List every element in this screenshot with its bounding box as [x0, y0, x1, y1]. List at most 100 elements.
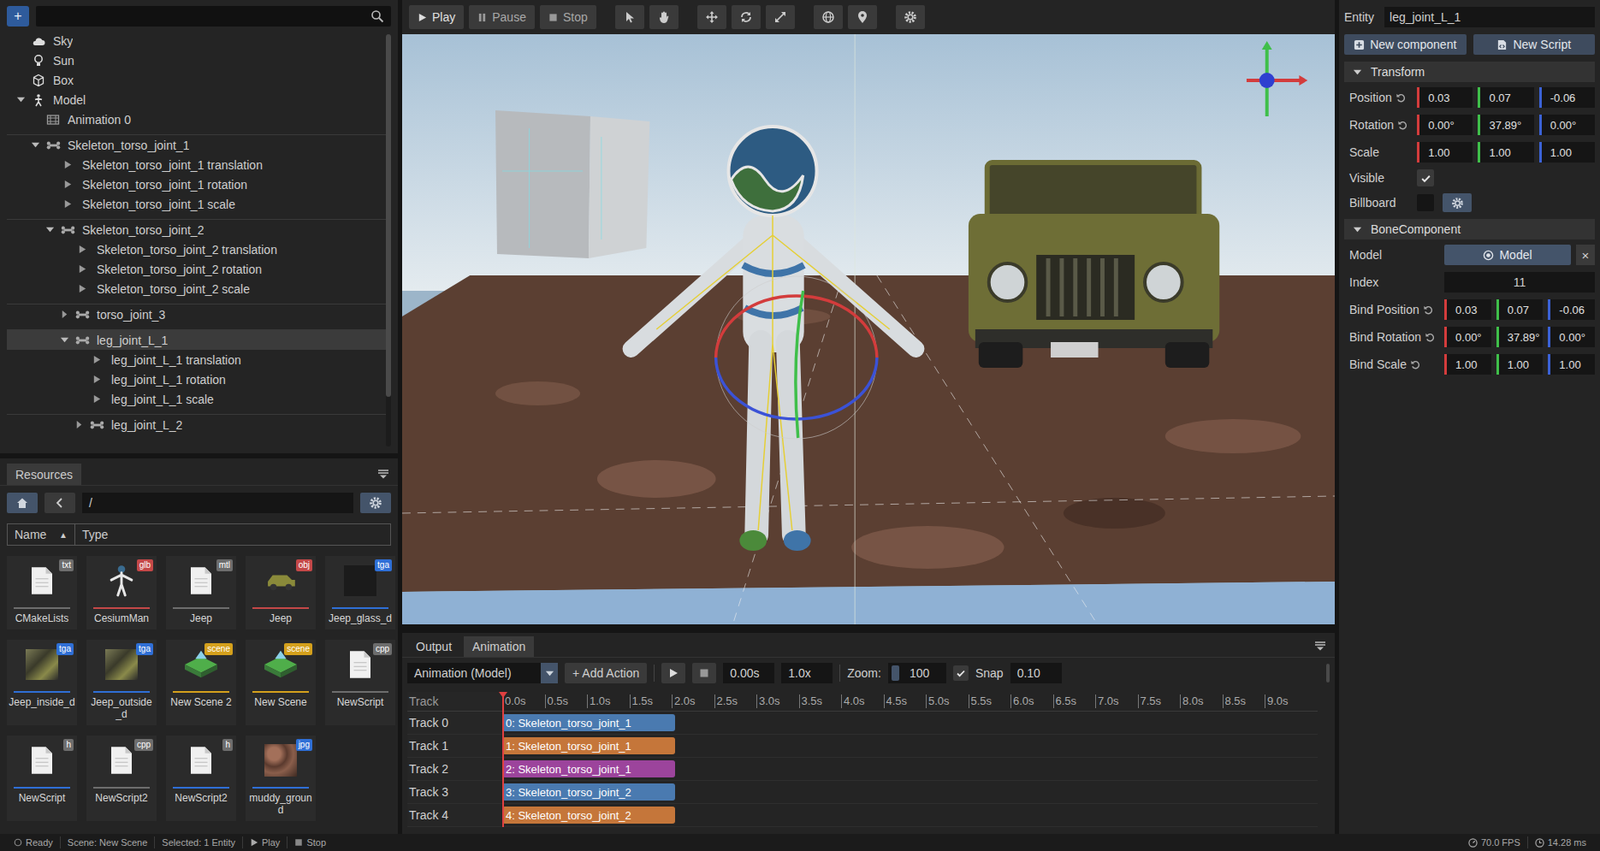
hierarchy-item[interactable]: Skeleton_torso_joint_2 scale [6, 278, 386, 299]
reset-icon[interactable] [1422, 304, 1435, 316]
axis-gizmo[interactable] [1246, 41, 1308, 117]
resource-tile[interactable]: hNewScript2 [165, 735, 237, 822]
expand-toggle[interactable] [42, 223, 57, 238]
expand-toggle[interactable] [71, 392, 86, 407]
home-button[interactable] [6, 492, 38, 514]
track-lane[interactable]: 2: Skeleton_torso_joint_1 [502, 758, 1318, 781]
back-button[interactable] [44, 492, 76, 514]
snap-field[interactable]: 0.10 [1010, 663, 1062, 684]
add-action-button[interactable]: + Add Action [564, 663, 647, 684]
animation-clip[interactable]: 4: Skeleton_torso_joint_2 [502, 806, 676, 824]
hierarchy-item[interactable]: Animation 0 [6, 109, 386, 130]
number-field[interactable]: 0.00° [1444, 326, 1492, 348]
billboard-settings-button[interactable] [1442, 193, 1472, 213]
number-field[interactable]: 0.03 [1444, 299, 1492, 320]
add-entity-button[interactable]: + [6, 5, 30, 27]
section-header[interactable]: Transform [1344, 61, 1595, 83]
resource-tile[interactable]: hNewScript [6, 735, 78, 822]
resources-tab[interactable]: Resources [6, 463, 82, 486]
playhead-marker[interactable] [498, 692, 508, 699]
track-lane[interactable]: 1: Skeleton_torso_joint_1 [502, 734, 1318, 758]
hierarchy-item[interactable]: Sun [6, 50, 386, 71]
hierarchy-item[interactable]: Model [6, 89, 386, 110]
panel-menu-icon[interactable] [377, 468, 390, 480]
inspector-action-button[interactable]: New component [1344, 34, 1467, 55]
controls-scrollbar[interactable] [1326, 663, 1330, 683]
number-field[interactable]: 1.00 [1416, 142, 1473, 163]
panel-menu-icon[interactable] [1314, 640, 1327, 652]
resource-tile[interactable]: objJeep [245, 556, 316, 630]
tool-button[interactable] [895, 5, 925, 30]
hierarchy-search[interactable] [35, 5, 392, 27]
expand-toggle[interactable] [71, 373, 86, 387]
resource-tile[interactable]: sceneNew Scene [245, 640, 316, 726]
hierarchy-item[interactable]: Box [6, 70, 386, 90]
expand-toggle[interactable] [57, 282, 72, 297]
number-field[interactable]: -0.06 [1547, 299, 1595, 320]
hierarchy-item[interactable]: leg_joint_L_2 [6, 414, 386, 435]
expand-toggle[interactable] [57, 333, 72, 348]
expand-toggle[interactable] [57, 262, 72, 277]
bottom-tab[interactable]: Animation [463, 636, 534, 658]
animation-clip[interactable]: 0: Skeleton_torso_joint_1 [502, 714, 676, 732]
tool-button[interactable] [813, 5, 843, 30]
playhead[interactable] [502, 692, 504, 828]
reset-icon[interactable] [1424, 331, 1436, 344]
hierarchy-item[interactable]: leg_joint_L_1 translation [6, 349, 386, 370]
expand-toggle[interactable] [42, 177, 57, 192]
number-field[interactable]: 1.00 [1539, 142, 1595, 163]
resource-tile[interactable]: tgaJeep_inside_d [6, 640, 78, 726]
expand-toggle[interactable] [13, 53, 28, 68]
number-field[interactable]: 1.00 [1547, 354, 1595, 375]
playback-button[interactable]: Pause [468, 5, 535, 30]
track-lane[interactable]: 0: Skeleton_torso_joint_1 [502, 711, 1318, 735]
hierarchy-item[interactable]: Skeleton_torso_joint_1 translation [6, 154, 386, 175]
text-field[interactable]: 11 [1444, 272, 1595, 293]
zoom-slider[interactable]: 100 [888, 663, 947, 684]
tool-button[interactable] [765, 5, 795, 30]
expand-toggle[interactable] [28, 138, 42, 153]
preview-stop-button[interactable] [692, 663, 717, 684]
number-field[interactable]: 0.00° [1539, 114, 1595, 136]
expand-toggle[interactable] [71, 418, 86, 433]
animation-dropdown[interactable]: Animation (Model) [407, 663, 558, 684]
playback-button[interactable]: Stop [539, 5, 597, 30]
resource-tile[interactable]: tgaJeep_outside_d [86, 640, 157, 726]
hierarchy-item[interactable]: leg_joint_L_1 [6, 329, 386, 350]
number-field[interactable]: 37.89° [1496, 326, 1544, 348]
entity-name-field[interactable]: leg_joint_L_1 [1384, 6, 1595, 28]
rotation-gizmo[interactable] [716, 276, 878, 439]
track-lane[interactable]: 4: Skeleton_torso_joint_2 [502, 804, 1318, 827]
speed-field[interactable]: 1.0x [781, 663, 833, 684]
hierarchy-item[interactable]: leg_joint_L_1 rotation [6, 369, 386, 390]
reset-icon[interactable] [1397, 119, 1409, 131]
time-scale[interactable]: 0.0s0.5s1.0s1.5s2.0s2.5s3.0s3.5s4.0s4.5s… [502, 692, 1318, 712]
checkbox[interactable] [1416, 169, 1435, 187]
column-header[interactable]: Name▲ [7, 524, 76, 546]
expand-toggle[interactable] [42, 158, 57, 172]
time-field[interactable]: 0.00s [722, 663, 775, 684]
reset-icon[interactable] [1395, 92, 1407, 104]
resource-tile[interactable]: sceneNew Scene 2 [165, 640, 237, 726]
zoom-slider-handle[interactable] [891, 665, 900, 682]
resource-tile[interactable]: cppNewScript2 [86, 735, 157, 822]
hierarchy-item[interactable]: Skeleton_torso_joint_2 translation [6, 239, 386, 260]
expand-toggle[interactable] [13, 34, 28, 48]
tool-button[interactable] [649, 5, 679, 30]
number-field[interactable]: 1.00 [1444, 354, 1492, 375]
number-field[interactable]: 0.07 [1477, 87, 1534, 108]
number-field[interactable]: -0.06 [1539, 87, 1595, 108]
hierarchy-item[interactable]: Sky [6, 30, 386, 51]
scene-viewport[interactable] [402, 34, 1335, 625]
hierarchy-scrollbar[interactable] [385, 34, 392, 447]
tool-button[interactable] [615, 5, 645, 30]
expand-toggle[interactable] [57, 308, 72, 322]
expand-toggle[interactable] [42, 197, 57, 212]
clear-reference-button[interactable]: × [1576, 244, 1595, 266]
column-header[interactable]: Type [75, 524, 391, 546]
expand-toggle[interactable] [57, 242, 72, 257]
number-field[interactable]: 0.00° [1416, 114, 1473, 136]
section-header[interactable]: BoneComponent [1344, 219, 1595, 240]
number-field[interactable]: 0.03 [1416, 87, 1473, 108]
scene-render[interactable] [402, 34, 1335, 625]
